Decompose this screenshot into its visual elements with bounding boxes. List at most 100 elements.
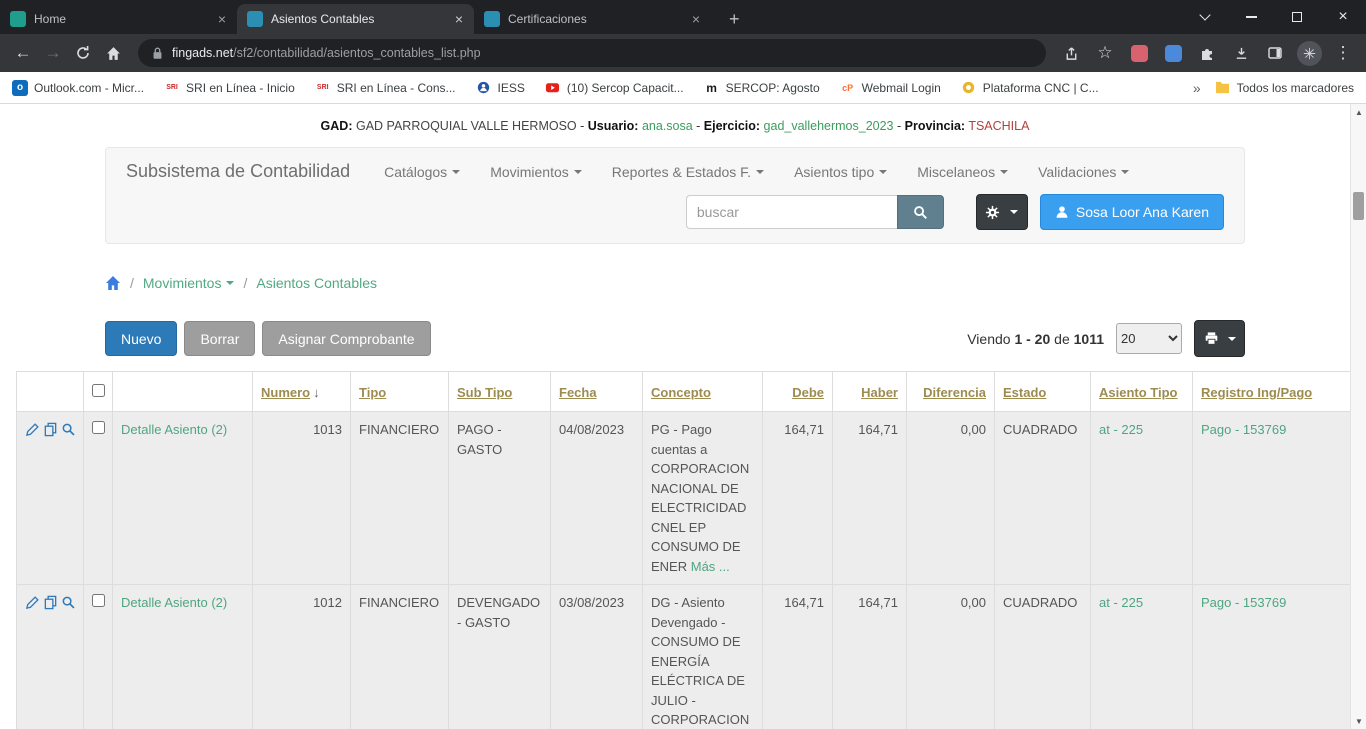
edit-pencil-icon[interactable] [25, 595, 40, 610]
tab-certificaciones[interactable]: Certificaciones × [474, 4, 711, 34]
header-estado[interactable]: Estado [995, 372, 1091, 412]
row-checkbox[interactable] [92, 594, 105, 607]
tab-home[interactable]: Home × [0, 4, 237, 34]
extensions-puzzle-icon[interactable] [1192, 38, 1222, 68]
browser-menu-icon[interactable]: ⋮ [1328, 38, 1358, 68]
tab-close-icon[interactable]: × [452, 11, 466, 27]
bookmark-outlook[interactable]: o Outlook.com - Micr... [12, 80, 144, 96]
ejercicio-label: Ejercicio: [704, 119, 760, 133]
menu-movimientos[interactable]: Movimientos [490, 164, 582, 180]
copy-icon[interactable] [43, 422, 58, 437]
address-bar[interactable]: fingads.net/sf2/contabilidad/asientos_co… [138, 39, 1046, 67]
header-registro[interactable]: Registro Ing/Pago [1193, 372, 1351, 412]
header-debe[interactable]: Debe [763, 372, 833, 412]
tab-search-chevron-icon[interactable] [1182, 0, 1228, 34]
asiento-tipo-link[interactable]: at - 225 [1099, 595, 1143, 610]
menu-miscelaneos[interactable]: Miscelaneos [917, 164, 1008, 180]
bookmark-label: (10) Sercop Capacit... [567, 81, 684, 95]
bookmark-star-icon[interactable]: ☆ [1090, 38, 1120, 68]
cell-tipo: FINANCIERO [351, 585, 449, 729]
sort-desc-icon: ↓ [313, 385, 320, 400]
new-tab-button[interactable]: + [721, 9, 748, 30]
bookmark-iess[interactable]: IESS [476, 80, 525, 96]
registro-link[interactable]: Pago - 153769 [1201, 422, 1286, 437]
detalle-asiento-link[interactable]: Detalle Asiento (2) [121, 422, 227, 437]
tab-close-icon[interactable]: × [215, 11, 229, 27]
viewing-status: Viendo 1 - 20 de 1011 [967, 331, 1104, 347]
all-bookmarks-folder[interactable]: Todos los marcadores [1215, 80, 1354, 96]
bookmark-webmail[interactable]: cP Webmail Login [840, 80, 941, 96]
maximize-button[interactable] [1274, 0, 1320, 34]
edit-pencil-icon[interactable] [25, 422, 40, 437]
asiento-tipo-link[interactable]: at - 225 [1099, 422, 1143, 437]
detalle-asiento-link[interactable]: Detalle Asiento (2) [121, 595, 227, 610]
profile-avatar[interactable] [1294, 38, 1324, 68]
copy-icon[interactable] [43, 595, 58, 610]
header-numero[interactable]: Numero↓ [253, 372, 351, 412]
actions-toolbar: Nuevo Borrar Asignar Comprobante Viendo … [105, 320, 1245, 357]
tab-asientos-contables[interactable]: Asientos Contables × [237, 4, 474, 34]
header-tipo[interactable]: Tipo [351, 372, 449, 412]
chevron-down-icon [1121, 170, 1129, 174]
search-button[interactable] [897, 195, 944, 229]
bookmarks-overflow-icon[interactable]: » [1193, 80, 1201, 96]
back-icon[interactable]: ← [8, 38, 38, 68]
select-all-checkbox[interactable] [92, 384, 105, 397]
share-icon[interactable] [1056, 38, 1086, 68]
page-size-select[interactable]: 20 [1116, 323, 1182, 354]
cell-debe: 164,71 [763, 412, 833, 585]
cell-diferencia: 0,00 [907, 585, 995, 729]
nuevo-button[interactable]: Nuevo [105, 321, 177, 356]
asignar-comprobante-button[interactable]: Asignar Comprobante [262, 321, 430, 356]
cell-sub-tipo: DEVENGADO - GASTO [449, 585, 551, 729]
extension-icon[interactable] [1158, 38, 1188, 68]
settings-dropdown-button[interactable] [976, 194, 1028, 230]
page-scrollbar[interactable]: ▲ ▼ [1350, 104, 1366, 729]
chevron-down-icon [452, 170, 460, 174]
header-concepto[interactable]: Concepto [643, 372, 763, 412]
home-icon[interactable] [98, 38, 128, 68]
minimize-button[interactable] [1228, 0, 1274, 34]
downloads-icon[interactable] [1226, 38, 1256, 68]
header-sub-tipo[interactable]: Sub Tipo [449, 372, 551, 412]
scrollbar-thumb[interactable] [1353, 192, 1364, 220]
borrar-button[interactable]: Borrar [184, 321, 255, 356]
menu-reportes[interactable]: Reportes & Estados F. [612, 164, 764, 180]
mas-link[interactable]: Más ... [691, 559, 730, 574]
header-haber[interactable]: Haber [833, 372, 907, 412]
bookmark-sercop-youtube[interactable]: (10) Sercop Capacit... [545, 80, 684, 96]
user-menu-button[interactable]: Sosa Loor Ana Karen [1040, 194, 1224, 230]
breadcrumb-asientos-contables[interactable]: Asientos Contables [256, 275, 377, 291]
row-checkbox[interactable] [92, 421, 105, 434]
bookmark-sri-inicio[interactable]: SRI SRI en Línea - Inicio [164, 80, 295, 96]
side-panel-icon[interactable] [1260, 38, 1290, 68]
print-dropdown-button[interactable] [1194, 320, 1245, 357]
header-fecha[interactable]: Fecha [551, 372, 643, 412]
registro-link[interactable]: Pago - 153769 [1201, 595, 1286, 610]
breadcrumb-movimientos[interactable]: Movimientos [143, 275, 235, 291]
reload-icon[interactable] [68, 38, 98, 68]
header-asiento-tipo[interactable]: Asiento Tipo [1091, 372, 1193, 412]
bookmark-sri-consultas[interactable]: SRI SRI en Línea - Cons... [315, 80, 456, 96]
home-icon[interactable] [105, 275, 121, 291]
tab-close-icon[interactable]: × [689, 11, 703, 27]
menu-asientos-tipo[interactable]: Asientos tipo [794, 164, 887, 180]
chevron-down-icon [1228, 337, 1236, 341]
extension-icon[interactable] [1124, 38, 1154, 68]
scroll-up-icon[interactable]: ▲ [1351, 104, 1366, 120]
forward-icon[interactable]: → [38, 38, 68, 68]
close-window-button[interactable]: × [1320, 0, 1366, 34]
tab-favicon-icon [10, 11, 26, 27]
menu-validaciones[interactable]: Validaciones [1038, 164, 1129, 180]
menu-catalogos[interactable]: Catálogos [384, 164, 460, 180]
bookmark-sercop[interactable]: m SERCOP: Agosto [704, 80, 820, 96]
view-magnifier-icon[interactable] [61, 422, 76, 437]
view-magnifier-icon[interactable] [61, 595, 76, 610]
bookmark-cnc[interactable]: Plataforma CNC | C... [961, 80, 1099, 96]
breadcrumb-separator: / [243, 275, 247, 291]
scroll-down-icon[interactable]: ▼ [1351, 713, 1366, 729]
tab-favicon-icon [484, 11, 500, 27]
search-input[interactable] [686, 195, 897, 229]
header-diferencia[interactable]: Diferencia [907, 372, 995, 412]
cell-diferencia: 0,00 [907, 412, 995, 585]
